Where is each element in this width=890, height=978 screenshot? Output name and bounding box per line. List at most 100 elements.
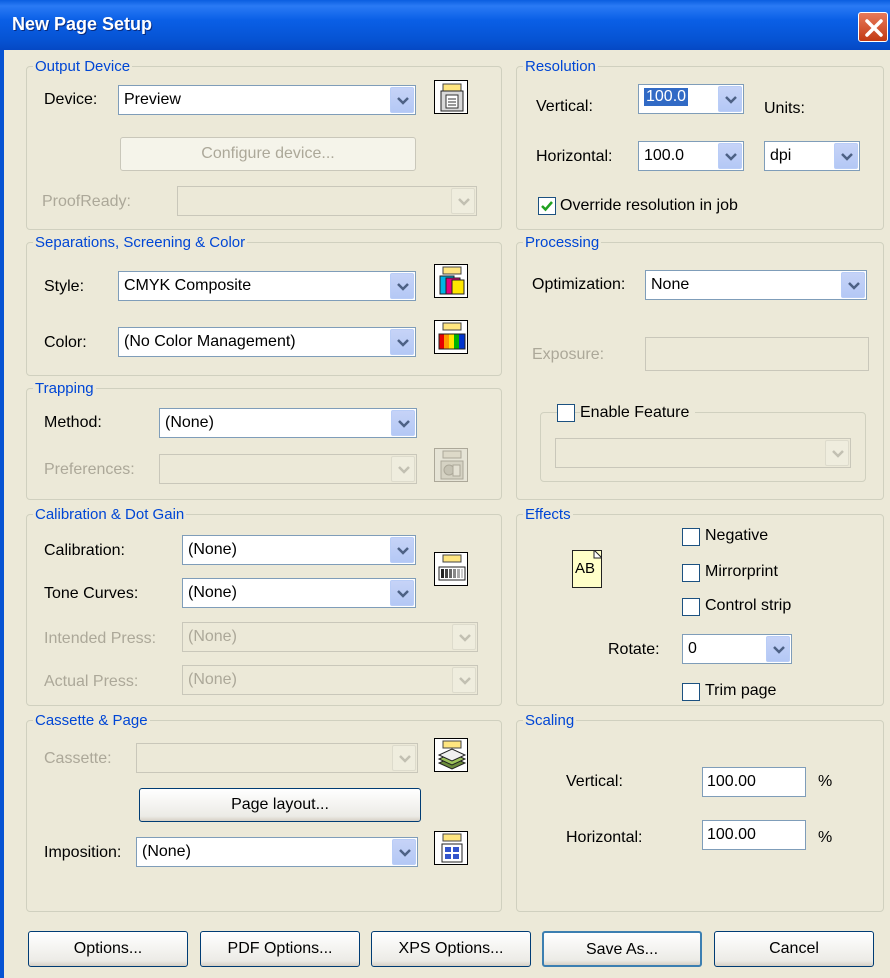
control-strip-label: Control strip — [705, 597, 792, 614]
chevron-down-icon — [848, 282, 860, 290]
preferences-label: Preferences: — [44, 461, 135, 478]
chevron-down-icon — [398, 420, 410, 428]
tone-curves-dropdown-button[interactable] — [390, 580, 414, 606]
calibration-select[interactable]: (None) — [182, 535, 416, 565]
effects-legend: Effects — [525, 506, 571, 523]
feature-select[interactable] — [555, 438, 851, 468]
page-layout-button[interactable]: Page layout... — [139, 788, 421, 822]
calibration-properties-button[interactable] — [434, 552, 468, 586]
intended-press-dropdown-button[interactable] — [452, 624, 476, 650]
chevron-down-icon — [832, 450, 844, 458]
device-properties-button[interactable] — [434, 80, 468, 114]
imposition-select[interactable]: (None) — [136, 837, 418, 867]
scaling-vertical-unit: % — [818, 773, 833, 790]
tone-curves-select[interactable]: (None) — [182, 578, 416, 608]
scaling-vertical-input[interactable]: 100.00 — [702, 767, 806, 797]
intended-press-select[interactable]: (None) — [182, 622, 478, 652]
units-dropdown-button[interactable] — [834, 143, 858, 169]
scaling-horizontal-input[interactable]: 100.00 — [702, 820, 806, 850]
proofready-label: ProofReady: — [42, 193, 131, 210]
title-bar[interactable]: New Page Setup — [0, 0, 890, 50]
style-select[interactable]: CMYK Composite — [118, 271, 416, 301]
preferences-select[interactable] — [159, 454, 417, 484]
cassette-properties-button[interactable] — [434, 738, 468, 772]
chevron-down-icon — [397, 590, 409, 598]
trim-page-label: Trim page — [705, 682, 777, 699]
actual-press-dropdown-button[interactable] — [452, 667, 476, 693]
chevron-down-icon — [725, 96, 737, 104]
chevron-down-icon — [841, 153, 853, 161]
configure-device-button[interactable]: Configure device... — [120, 137, 416, 171]
preferences-properties-button[interactable] — [434, 448, 468, 482]
horizontal-resolution-label: Horizontal: — [536, 148, 613, 165]
xps-options-button[interactable]: XPS Options... — [371, 931, 531, 967]
vertical-resolution-dropdown-button[interactable] — [718, 86, 742, 112]
device-select[interactable]: Preview — [118, 85, 416, 115]
color-properties-button[interactable] — [434, 320, 468, 354]
imposition-dropdown-button[interactable] — [392, 839, 416, 865]
proofready-select[interactable] — [177, 186, 477, 216]
preferences-dropdown-button[interactable] — [391, 456, 415, 482]
close-button[interactable] — [858, 12, 888, 42]
color-value: (No Color Management) — [124, 333, 296, 350]
method-select[interactable]: (None) — [159, 408, 417, 438]
color-dropdown-button[interactable] — [390, 329, 414, 355]
negative-checkbox[interactable] — [682, 528, 700, 546]
window-left-border — [0, 50, 4, 978]
options-button[interactable]: Options... — [28, 931, 188, 967]
calibration-value: (None) — [188, 541, 237, 558]
method-dropdown-button[interactable] — [391, 410, 415, 436]
style-value: CMYK Composite — [124, 277, 252, 294]
vertical-resolution-value: 100.0 — [644, 88, 689, 106]
vertical-resolution-label: Vertical: — [536, 98, 593, 115]
proofready-dropdown-button[interactable] — [451, 188, 475, 214]
mirrorprint-checkbox[interactable] — [682, 564, 700, 582]
effects-preview-text: AB — [575, 560, 596, 577]
scaling-vertical-label: Vertical: — [566, 773, 623, 790]
trim-page-checkbox[interactable] — [682, 683, 700, 701]
chevron-down-icon — [397, 97, 409, 105]
cassette-dropdown-button[interactable] — [392, 745, 416, 771]
units-select[interactable]: dpi — [764, 141, 860, 171]
device-value: Preview — [124, 91, 181, 108]
chevron-down-icon — [458, 198, 470, 206]
optimization-select[interactable]: None — [645, 270, 867, 300]
cancel-button[interactable]: Cancel — [714, 931, 874, 967]
vertical-resolution-select[interactable]: 100.0 — [638, 84, 744, 114]
rotate-select[interactable]: 0 — [682, 634, 792, 664]
pdf-options-button[interactable]: PDF Options... — [200, 931, 360, 967]
intended-press-value: (None) — [188, 628, 237, 645]
cassette-select[interactable] — [136, 743, 418, 773]
imposition-properties-button[interactable] — [434, 831, 468, 865]
chevron-down-icon — [398, 466, 410, 474]
imposition-grid-icon — [441, 833, 463, 863]
optimization-dropdown-button[interactable] — [841, 272, 865, 298]
style-dropdown-button[interactable] — [390, 273, 414, 299]
scaling-vertical-value: 100.00 — [707, 773, 756, 790]
scaling-legend: Scaling — [525, 712, 575, 729]
scaling-horizontal-value: 100.00 — [707, 826, 756, 843]
cassette-legend: Cassette & Page — [35, 712, 148, 729]
cassette-label: Cassette: — [44, 750, 112, 767]
feature-dropdown-button[interactable] — [825, 440, 849, 466]
horizontal-resolution-select[interactable]: 100.0 — [638, 141, 744, 171]
rotate-dropdown-button[interactable] — [766, 636, 790, 662]
override-resolution-checkbox[interactable] — [538, 197, 556, 215]
enable-feature-checkbox[interactable] — [557, 404, 575, 422]
optimization-value: None — [651, 276, 690, 293]
intended-press-label: Intended Press: — [44, 630, 157, 647]
color-spectrum-icon — [438, 322, 466, 350]
horizontal-resolution-dropdown-button[interactable] — [718, 143, 742, 169]
exposure-input[interactable] — [645, 337, 869, 371]
calibration-strip-icon — [438, 554, 466, 581]
save-as-button[interactable]: Save As... — [542, 931, 702, 967]
calibration-dropdown-button[interactable] — [390, 537, 414, 563]
optimization-label: Optimization: — [532, 276, 626, 293]
device-dropdown-button[interactable] — [390, 87, 414, 113]
imposition-label: Imposition: — [44, 844, 122, 861]
color-select[interactable]: (No Color Management) — [118, 327, 416, 357]
style-properties-button[interactable] — [434, 264, 468, 298]
resolution-legend: Resolution — [525, 58, 596, 75]
control-strip-checkbox[interactable] — [682, 598, 700, 616]
actual-press-select[interactable]: (None) — [182, 665, 478, 695]
